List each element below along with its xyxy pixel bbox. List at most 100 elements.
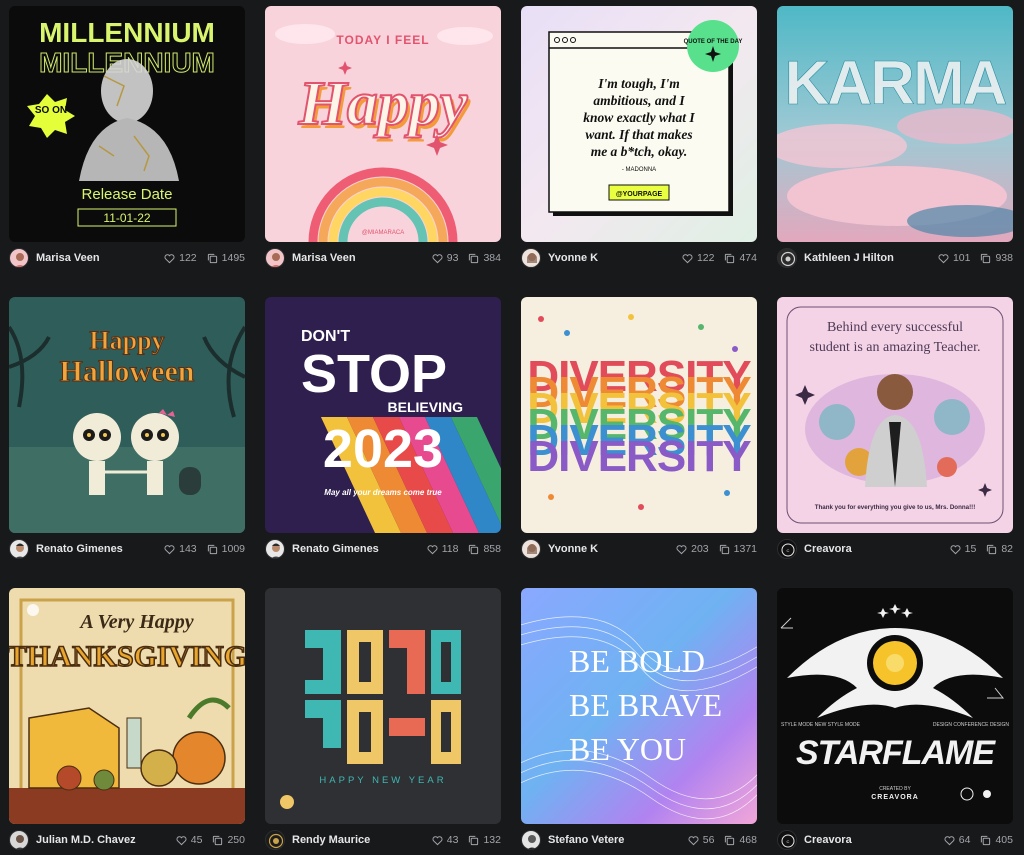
copy-icon [468, 544, 479, 555]
dont-stop-artwork: DON'T STOP BELIEVING 2023 May all your d… [265, 297, 501, 533]
card-stats: 43 132 [432, 834, 501, 846]
uses-count: 858 [483, 543, 501, 555]
svg-text:HAPPY NEW YEAR: HAPPY NEW YEAR [319, 775, 446, 786]
heart-icon [938, 253, 949, 264]
author-name[interactable]: Stefano Vetere [548, 834, 624, 846]
template-thumbnail[interactable]: A Very Happy THANKSGIVING [9, 588, 245, 824]
uses-count: 384 [483, 252, 501, 264]
avatar[interactable] [265, 830, 285, 850]
uses-count: 468 [739, 834, 757, 846]
author-name[interactable]: Kathleen J Hilton [804, 252, 894, 264]
svg-text:THANKSGIVING: THANKSGIVING [9, 640, 245, 673]
heart-icon [432, 835, 443, 846]
heart-icon [682, 253, 693, 264]
likes-count: 118 [441, 543, 459, 555]
template-thumbnail[interactable]: MILLENNIUM MILLENNIUM SO ON Release Date… [9, 6, 245, 242]
copy-icon [719, 544, 730, 555]
card-stats: 64 405 [944, 834, 1013, 846]
template-thumbnail[interactable]: DIVERSITY DIVERSITY DIVERSITY DIVERSITY … [521, 297, 757, 533]
avatar[interactable]: C [777, 539, 797, 559]
svg-text:C: C [787, 839, 790, 844]
card-stats: 15 82 [950, 543, 1013, 555]
template-thumbnail[interactable]: Happy Halloween [9, 297, 245, 533]
avatar[interactable] [265, 248, 285, 268]
author-name[interactable]: Julian M.D. Chavez [36, 834, 136, 846]
likes-count: 101 [952, 252, 971, 264]
uses-count: 474 [739, 252, 757, 264]
copy-icon [207, 544, 218, 555]
svg-text:TODAY I FEEL: TODAY I FEEL [336, 33, 429, 47]
avatar[interactable] [265, 539, 285, 559]
uses-count: 132 [483, 834, 501, 846]
starflame-artwork: STYLE MODE NEW STYLE MODE DESIGN CONFERE… [777, 588, 1013, 824]
card-stats: 101 938 [938, 252, 1013, 264]
svg-text:Happy: Happy [298, 70, 468, 138]
author-name[interactable]: Yvonne K [548, 543, 598, 555]
card-stats: 118 858 [427, 543, 501, 555]
teacher-artwork: Behind every successful student is an am… [777, 297, 1013, 533]
svg-text:A Very Happy: A Very Happy [78, 611, 193, 633]
card-stats: 143 1009 [164, 543, 245, 555]
avatar[interactable] [521, 539, 541, 559]
template-thumbnail[interactable]: KARMA KARMA [777, 6, 1013, 242]
author-name[interactable]: Yvonne K [548, 252, 598, 264]
svg-text:student is an amazing Teacher.: student is an amazing Teacher. [810, 340, 981, 355]
avatar[interactable] [9, 539, 29, 559]
quote-artwork: QUOTE OF THE DAY I'm tough, I'm ambitiou… [521, 6, 757, 242]
thanksgiving-artwork: A Very Happy THANKSGIVING [9, 588, 245, 824]
svg-text:May all your dreams come true: May all your dreams come true [324, 488, 442, 497]
template-thumbnail[interactable]: STYLE MODE NEW STYLE MODE DESIGN CONFERE… [777, 588, 1013, 824]
svg-text:CREATED BY: CREATED BY [879, 786, 911, 792]
template-thumbnail[interactable]: Behind every successful student is an am… [777, 297, 1013, 533]
uses-count: 938 [995, 252, 1013, 264]
author-name[interactable]: Renato Gimenes [36, 543, 123, 555]
svg-text:SO ON: SO ON [35, 105, 67, 116]
heart-icon [164, 253, 175, 264]
svg-text:Halloween: Halloween [60, 355, 195, 388]
copy-icon [986, 544, 997, 555]
author-name[interactable]: Creavora [804, 834, 852, 846]
svg-text:I'm tough, I'm: I'm tough, I'm [597, 76, 679, 91]
svg-text:me a b*tch, okay.: me a b*tch, okay. [591, 144, 688, 159]
avatar[interactable] [521, 830, 541, 850]
card-stats: 45 250 [176, 834, 245, 846]
svg-text:CREAVORA: CREAVORA [871, 794, 919, 801]
svg-text:know exactly what I: know exactly what I [583, 110, 695, 125]
svg-text:Behind every successful: Behind every successful [827, 320, 963, 335]
uses-count: 1495 [221, 252, 245, 264]
svg-text:@YOURPAGE: @YOURPAGE [616, 191, 663, 198]
heart-icon [427, 544, 438, 555]
avatar[interactable] [9, 248, 29, 268]
avatar[interactable] [521, 248, 541, 268]
svg-text:ambitious, and I: ambitious, and I [593, 93, 685, 108]
avatar[interactable] [9, 830, 29, 850]
copy-icon [724, 835, 735, 846]
template-thumbnail[interactable]: TODAY I FEEL Happy Happy @MIAMARACA [265, 6, 501, 242]
card-stats: 56 468 [688, 834, 757, 846]
heart-icon [432, 253, 443, 264]
author-name[interactable]: Renato Gimenes [292, 543, 379, 555]
millennium-artwork: MILLENNIUM MILLENNIUM SO ON Release Date… [9, 6, 245, 242]
heart-icon [950, 544, 961, 555]
uses-count: 1371 [733, 543, 757, 555]
author-name[interactable]: Marisa Veen [292, 252, 356, 264]
template-thumbnail[interactable]: QUOTE OF THE DAY I'm tough, I'm ambitiou… [521, 6, 757, 242]
template-thumbnail[interactable]: HAPPY NEW YEAR [265, 588, 501, 824]
author-name[interactable]: Marisa Veen [36, 252, 100, 264]
author-name[interactable]: Rendy Maurice [292, 834, 370, 846]
heart-icon [688, 835, 699, 846]
template-thumbnail[interactable]: BE BOLD BE BRAVE BE YOU [521, 588, 757, 824]
avatar[interactable]: C [777, 830, 797, 850]
author-name[interactable]: Creavora [804, 543, 852, 555]
heart-icon [164, 544, 175, 555]
heart-icon [944, 835, 955, 846]
halloween-artwork: Happy Halloween [9, 297, 245, 533]
copy-icon [980, 253, 991, 264]
svg-text:C: C [787, 548, 790, 553]
likes-count: 64 [958, 834, 971, 846]
template-thumbnail[interactable]: DON'T STOP BELIEVING 2023 May all your d… [265, 297, 501, 533]
avatar[interactable] [777, 248, 797, 268]
copy-icon [207, 253, 218, 264]
uses-count: 250 [227, 834, 245, 846]
svg-text:STYLE MODE NEW STYLE MODE: STYLE MODE NEW STYLE MODE [781, 722, 861, 728]
